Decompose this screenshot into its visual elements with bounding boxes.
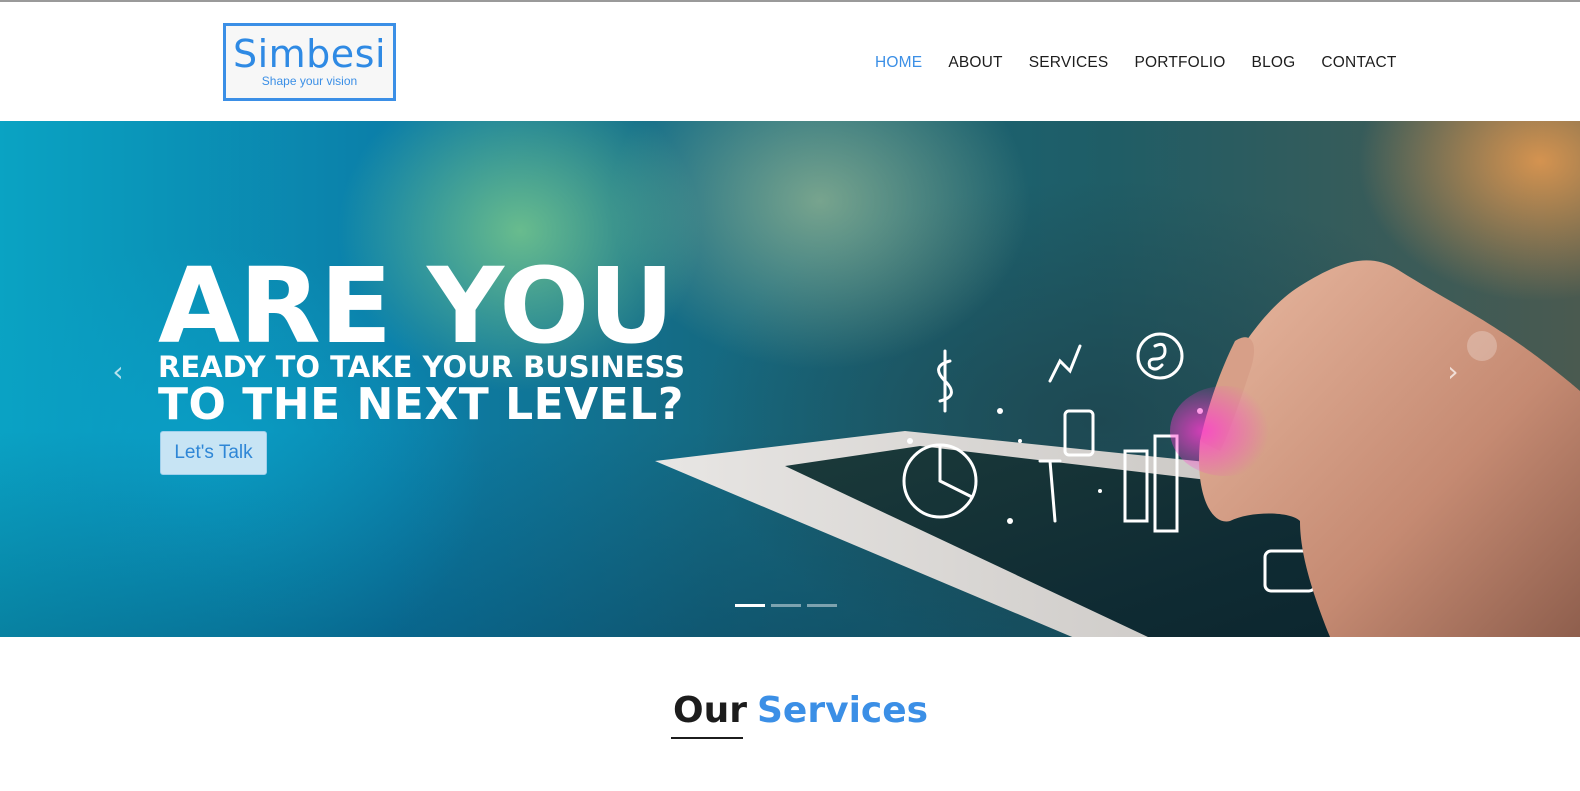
services-title: Our Services xyxy=(673,689,928,733)
light-bubble xyxy=(1467,331,1497,361)
carousel-next-button[interactable]: › xyxy=(1441,357,1465,387)
hand-illustration xyxy=(1170,260,1580,637)
logo[interactable]: Simbesi Shape your vision xyxy=(223,23,396,101)
headline-line-3: TO THE NEXT LEVEL? xyxy=(158,379,684,430)
services-title-part2: Services xyxy=(757,690,929,731)
title-underline xyxy=(671,737,743,739)
main-nav: HOME ABOUT SERVICES PORTFOLIO BLOG CONTA… xyxy=(875,54,1423,72)
hero-headline: ARE YOU READY TO TAKE YOUR BUSINESS TO T… xyxy=(158,254,685,430)
logo-name: Simbesi xyxy=(232,32,387,76)
nav-item-blog[interactable]: BLOG xyxy=(1252,54,1296,72)
carousel-indicator-2[interactable] xyxy=(771,604,801,607)
carousel-prev-button[interactable]: ‹ xyxy=(106,357,130,387)
services-title-part1: Our xyxy=(673,690,747,731)
chevron-left-icon: ‹ xyxy=(112,355,124,388)
nav-item-portfolio[interactable]: PORTFOLIO xyxy=(1134,54,1225,72)
site-header: Simbesi Shape your vision HOME ABOUT SER… xyxy=(0,2,1580,121)
services-section: Our Services xyxy=(0,637,1580,791)
lets-talk-button[interactable]: Let's Talk xyxy=(160,431,267,475)
headline-line-1: ARE YOU xyxy=(158,245,674,367)
hero-carousel: ARE YOU READY TO TAKE YOUR BUSINESS TO T… xyxy=(0,121,1580,637)
nav-item-home[interactable]: HOME xyxy=(875,54,922,72)
nav-item-contact[interactable]: CONTACT xyxy=(1321,54,1396,72)
chevron-right-icon: › xyxy=(1447,355,1459,388)
nav-item-services[interactable]: SERVICES xyxy=(1029,54,1109,72)
nav-item-about[interactable]: ABOUT xyxy=(948,54,1002,72)
carousel-indicator-1[interactable] xyxy=(735,604,765,607)
carousel-indicator-3[interactable] xyxy=(807,604,837,607)
logo-tagline: Shape your vision xyxy=(261,74,358,88)
carousel-indicators xyxy=(735,604,837,607)
